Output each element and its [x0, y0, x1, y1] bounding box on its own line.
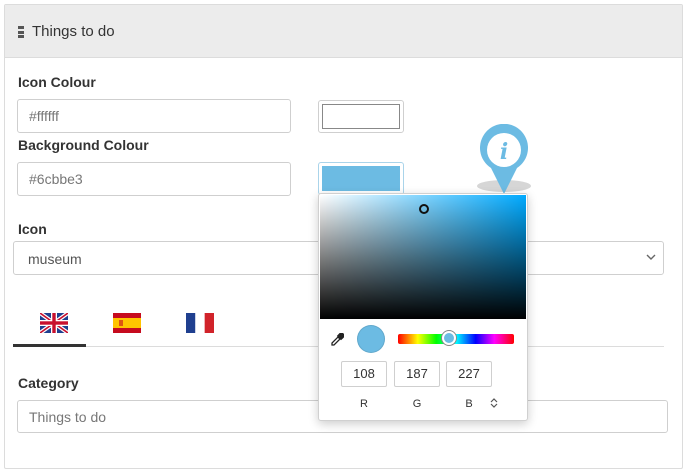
- uk-flag-icon: [40, 313, 68, 333]
- red-input[interactable]: 108: [341, 361, 387, 387]
- green-label: G: [412, 398, 422, 410]
- saturation-area[interactable]: [320, 195, 526, 319]
- background-colour-swatch-button[interactable]: [318, 162, 404, 195]
- icon-label: Icon: [18, 221, 47, 237]
- france-flag-icon: [186, 313, 214, 333]
- icon-colour-swatch-button[interactable]: [318, 100, 404, 133]
- hue-slider[interactable]: [398, 334, 514, 344]
- map-marker-preview: i: [477, 124, 531, 194]
- eyedropper-icon[interactable]: [330, 333, 344, 347]
- saturation-handle[interactable]: [419, 204, 429, 214]
- background-colour-label: Background Colour: [18, 137, 149, 153]
- drag-handle-icon[interactable]: [18, 26, 24, 38]
- tab-french[interactable]: [164, 302, 236, 346]
- color-mode-toggle-icon[interactable]: [489, 397, 499, 409]
- green-input[interactable]: 187: [394, 361, 440, 387]
- blue-input[interactable]: 227: [446, 361, 492, 387]
- blue-label: B: [465, 398, 473, 410]
- category-label: Category: [18, 375, 79, 391]
- icon-colour-label: Icon Colour: [18, 74, 96, 90]
- chevron-down-icon: [646, 254, 656, 260]
- icon-select-value: museum: [28, 251, 82, 267]
- hue-slider-handle[interactable]: [442, 331, 456, 345]
- icon-colour-swatch: [322, 104, 400, 129]
- background-colour-input[interactable]: [17, 162, 291, 196]
- spain-flag-icon: [113, 313, 141, 333]
- background-colour-swatch: [322, 166, 400, 191]
- active-tab-indicator: [13, 344, 86, 347]
- icon-colour-input[interactable]: [17, 99, 291, 133]
- red-label: R: [360, 398, 368, 410]
- color-picker-popup: 108 187 227 R G B: [318, 193, 528, 421]
- info-icon: i: [500, 139, 508, 165]
- tab-spanish[interactable]: [91, 302, 163, 346]
- panel-header: Things to do: [5, 5, 682, 58]
- panel-title: Things to do: [32, 23, 115, 40]
- color-preview: [357, 325, 385, 353]
- tab-english[interactable]: [18, 302, 90, 346]
